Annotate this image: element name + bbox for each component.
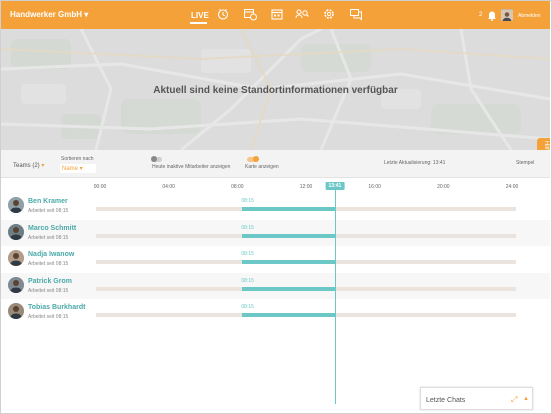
gear-icon[interactable] <box>322 7 336 23</box>
employee-status: Arbeitet seit 08:15 <box>28 261 69 267</box>
stamp-column-label: Stempel <box>516 160 535 166</box>
employee-avatar <box>8 223 24 240</box>
chevron-up-icon[interactable]: ▲ <box>523 396 529 402</box>
time-tick: 00:00 <box>93 184 107 190</box>
toggle-knob <box>151 156 157 162</box>
chat-icon[interactable] <box>349 7 363 23</box>
show-map-toggle[interactable] <box>247 156 259 162</box>
start-time-label: 08:15 <box>241 224 254 231</box>
inactive-employees-label: Heute inaktive Mitarbeiter anzeigen <box>152 164 231 170</box>
employee-status: Arbeitet seit 08:15 <box>28 287 69 294</box>
tab-live[interactable]: LIVE <box>191 11 209 27</box>
time-tick: 08:00 <box>231 184 244 190</box>
employee-avatar <box>8 303 24 319</box>
start-time-label: 08:15 <box>241 277 254 284</box>
teams-label: Teams (2) <box>13 163 40 169</box>
last-update-text: Letzte Aktualisierung: 13:41 <box>384 160 446 166</box>
bell-icon[interactable] <box>485 8 499 24</box>
current-time-badge: 13:41 <box>325 182 345 190</box>
employee-avatar <box>8 250 24 266</box>
current-time-line <box>334 190 336 404</box>
employee-name[interactable]: Nadja Iwanow <box>28 251 74 258</box>
tab-live-underline <box>190 22 207 24</box>
company-selector[interactable]: Handwerker GmbH ▾ <box>10 10 88 19</box>
toggle-knob <box>253 156 259 162</box>
top-navigation-bar: Handwerker GmbH ▾ LIVE 2 Abmelden <box>1 1 550 29</box>
employee-status: Arbeitet seit 08:15 <box>28 208 69 214</box>
employee-row[interactable]: Nadja Iwanow Arbeitet seit 08:15 08:15 <box>1 246 550 272</box>
work-time-bar[interactable] <box>241 260 335 264</box>
start-time-label: 08:15 <box>241 304 254 310</box>
employee-avatar <box>8 197 24 213</box>
employee-timeline: 00:00 04:00 08:00 12:00 16:00 20:00 24:00 13:41… <box>1 178 550 408</box>
employee-status: Arbeitet seit 08:15 <box>28 314 69 320</box>
recent-chats-label: Letzte Chats <box>426 397 466 404</box>
time-tick: 16:00 <box>368 184 381 190</box>
sort-label: Sortieren nach <box>61 156 94 162</box>
employee-name[interactable]: Patrick Grom <box>28 278 72 285</box>
time-tick: 20:00 <box>437 184 450 190</box>
start-time-label: 08:15 <box>241 251 254 257</box>
time-tick: 24:00 <box>505 184 519 190</box>
show-map-label: Karte anzeigen <box>245 164 279 170</box>
filter-toolbar: Teams (2) ▾ Sortieren nach Name ▾ Heute … <box>1 150 550 178</box>
recent-chats-panel[interactable]: Letzte Chats ⤢ ▲ <box>420 387 533 410</box>
work-time-bar[interactable] <box>241 286 335 291</box>
start-time-label: 08:15 <box>241 198 254 204</box>
employee-row[interactable]: Patrick Grom Arbeitet seit 08:15 08:15 <box>1 272 550 299</box>
employee-status: Arbeitet seit 08:15 <box>28 234 69 241</box>
teams-dropdown[interactable]: Teams (2) ▾ <box>13 162 44 169</box>
work-time-bar[interactable] <box>241 313 335 317</box>
logout-link[interactable]: Abmelden <box>518 13 541 19</box>
user-avatar[interactable] <box>501 9 513 21</box>
work-time-bar[interactable] <box>241 207 335 211</box>
location-map[interactable]: Aktuell sind keine Standortinformationen… <box>1 29 550 150</box>
time-tick: 04:00 <box>162 184 175 190</box>
employee-row[interactable]: Marco Schmitt Arbeitet seit 08:15 08:15 <box>1 219 550 246</box>
employee-row[interactable]: Ben Kramer Arbeitet seit 08:15 08:15 <box>1 193 550 219</box>
employee-name[interactable]: Tobias Burkhardt <box>28 304 85 311</box>
calendar-icon[interactable] <box>270 7 284 23</box>
employee-name[interactable]: Ben Kramer <box>28 198 68 205</box>
no-location-message: Aktuell sind keine Standortinformationen… <box>153 85 398 96</box>
employee-avatar <box>8 276 24 293</box>
team-search-icon[interactable] <box>295 7 309 23</box>
notification-count: 2 <box>479 12 483 18</box>
sort-select[interactable]: Name ▾ <box>60 164 96 173</box>
clock-icon[interactable] <box>216 7 230 23</box>
time-tick: 12:00 <box>299 184 313 190</box>
calendar-clock-icon[interactable] <box>243 7 257 23</box>
chevron-down-icon: ▾ <box>41 163 45 169</box>
employee-name[interactable]: Marco Schmitt <box>28 225 76 232</box>
work-time-bar[interactable] <box>241 233 335 238</box>
inactive-employees-toggle[interactable] <box>151 156 162 162</box>
employee-row[interactable]: Tobias Burkhardt Arbeitet seit 08:15 08:15 <box>1 299 550 325</box>
expand-icon[interactable]: ⤢ <box>511 395 517 405</box>
